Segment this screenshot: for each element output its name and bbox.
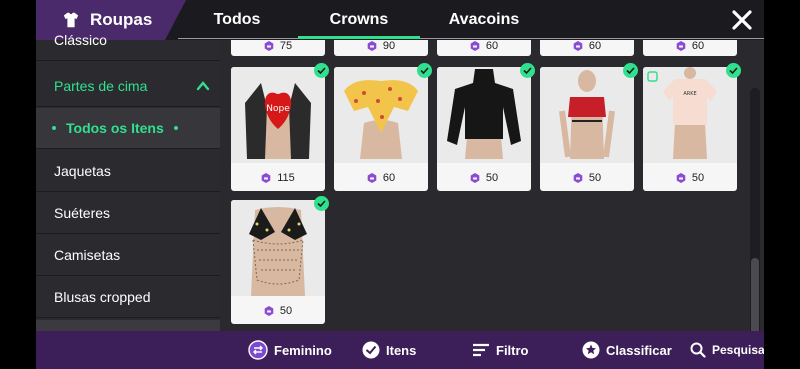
item-price: 60 xyxy=(485,40,499,52)
item-card[interactable]: Nope 115 xyxy=(231,63,329,191)
crown-icon xyxy=(367,41,377,51)
filter-label: Filtro xyxy=(496,342,529,358)
sort-label: Classificar xyxy=(606,342,672,358)
item-card[interactable]: 90 xyxy=(334,40,428,56)
crown-icon xyxy=(573,173,583,183)
items-label: Itens xyxy=(386,342,417,358)
price-row: 50 xyxy=(231,298,325,324)
sidebar-item-label: Suéteres xyxy=(54,205,111,221)
item-price: 90 xyxy=(382,40,396,52)
item-card[interactable]: 60 xyxy=(334,63,432,191)
crown-icon xyxy=(367,173,377,183)
search-icon xyxy=(690,342,706,358)
svg-text:Nope: Nope xyxy=(266,104,290,114)
item-price: 115 xyxy=(277,172,295,184)
owned-check-icon xyxy=(623,63,638,78)
sidebar-item-blusas-cropped[interactable]: Blusas cropped xyxy=(36,277,220,318)
filter-button[interactable]: Filtro xyxy=(472,331,529,369)
item-price: 50 xyxy=(691,172,705,184)
tab-avacoins[interactable]: Avacoins xyxy=(432,0,536,40)
crown-icon xyxy=(264,41,274,51)
sidebar-item-camisetas[interactable]: Camisetas xyxy=(36,235,220,276)
item-card[interactable]: 50 xyxy=(540,63,638,191)
item-price: 60 xyxy=(691,40,705,52)
filter-icon xyxy=(473,343,489,357)
item-price: 60 xyxy=(588,40,602,52)
price-row: 60 xyxy=(334,165,428,191)
crown-icon xyxy=(470,41,480,51)
active-tab-indicator xyxy=(298,36,420,39)
item-thumbnail xyxy=(334,67,428,163)
sidebar: Clássico Partes de cima Todos os Itens J… xyxy=(36,32,220,361)
price-row: 50 xyxy=(540,165,634,191)
sidebar-item-label: Blusas cropped xyxy=(54,289,151,305)
search-button[interactable]: Pesquisa xyxy=(690,331,764,369)
item-thumbnail: ARKE xyxy=(643,67,737,163)
sidebar-item-label: Partes de cima xyxy=(54,78,148,94)
sidebar-item-label: Camisetas xyxy=(54,247,121,263)
crown-icon xyxy=(676,173,686,183)
price-row: 50 xyxy=(437,165,531,191)
gender-toggle-button[interactable]: Feminino xyxy=(248,331,332,369)
sort-button[interactable]: Classificar xyxy=(582,331,672,369)
scrollbar-thumb[interactable] xyxy=(751,258,759,331)
crown-icon xyxy=(573,41,583,51)
swap-icon xyxy=(248,340,268,360)
owned-check-icon xyxy=(314,196,329,211)
sidebar-item-classico[interactable]: Clássico xyxy=(36,20,220,61)
item-card[interactable]: ARKE 50 xyxy=(643,63,741,191)
owned-check-icon xyxy=(726,63,741,78)
crown-icon xyxy=(261,173,271,183)
item-price: 75 xyxy=(279,40,293,52)
sidebar-item-sueteres[interactable]: Suéteres xyxy=(36,193,220,234)
crown-icon xyxy=(264,306,274,316)
sidebar-item-partes-de-cima[interactable]: Partes de cima xyxy=(36,66,220,107)
crown-icon xyxy=(470,173,480,183)
crown-icon xyxy=(676,41,686,51)
sidebar-item-label: Todos os Itens xyxy=(66,120,164,136)
svg-text:ARKE: ARKE xyxy=(683,91,696,97)
item-card[interactable]: 60 xyxy=(437,40,531,56)
item-price: 60 xyxy=(382,172,396,184)
item-price: 50 xyxy=(588,172,602,184)
item-price: 50 xyxy=(485,172,499,184)
price-row: 115 xyxy=(231,165,325,191)
owned-check-icon xyxy=(314,63,329,78)
star-badge-icon xyxy=(582,341,600,359)
header-divider xyxy=(178,38,764,39)
bullet-dot xyxy=(173,126,178,130)
sidebar-item-jaquetas[interactable]: Jaquetas xyxy=(36,151,220,192)
sidebar-item-label: Jaquetas xyxy=(54,163,111,179)
close-icon[interactable] xyxy=(730,8,754,32)
owned-check-icon xyxy=(417,63,432,78)
item-card[interactable]: 60 xyxy=(540,40,634,56)
check-circle-icon xyxy=(362,341,380,359)
item-card[interactable]: 75 xyxy=(231,40,325,56)
bottom-toolbar: Feminino Itens Filtro Classificar Pesqui… xyxy=(36,331,764,369)
sidebar-item-todos-os-itens[interactable]: Todos os Itens xyxy=(36,108,220,149)
item-price: 50 xyxy=(279,305,293,317)
tab-crowns[interactable]: Crowns xyxy=(298,0,420,40)
price-row: 50 xyxy=(643,165,737,191)
search-label: Pesquisa xyxy=(712,343,764,357)
item-thumbnail: Nope xyxy=(231,67,325,163)
owned-check-icon xyxy=(520,63,535,78)
gender-label: Feminino xyxy=(274,342,332,358)
item-card[interactable]: 60 xyxy=(643,40,737,56)
item-thumbnail xyxy=(540,67,634,163)
items-button[interactable]: Itens xyxy=(362,331,416,369)
item-thumbnail xyxy=(437,67,531,163)
app-frame: Roupas Todos Crowns Avacoins Clássico Pa… xyxy=(36,0,764,369)
sidebar-item-label: Clássico xyxy=(54,32,107,48)
item-card[interactable]: 50 xyxy=(437,63,535,191)
item-grid: 75 90 60 60 60 Nope 115 60 50 50 ARKE 50… xyxy=(220,40,764,331)
chevron-up-icon xyxy=(196,81,210,91)
bullet-dot xyxy=(52,126,56,130)
scrollbar[interactable] xyxy=(750,88,760,331)
item-thumbnail xyxy=(231,200,325,296)
item-card[interactable]: 50 xyxy=(231,196,329,324)
